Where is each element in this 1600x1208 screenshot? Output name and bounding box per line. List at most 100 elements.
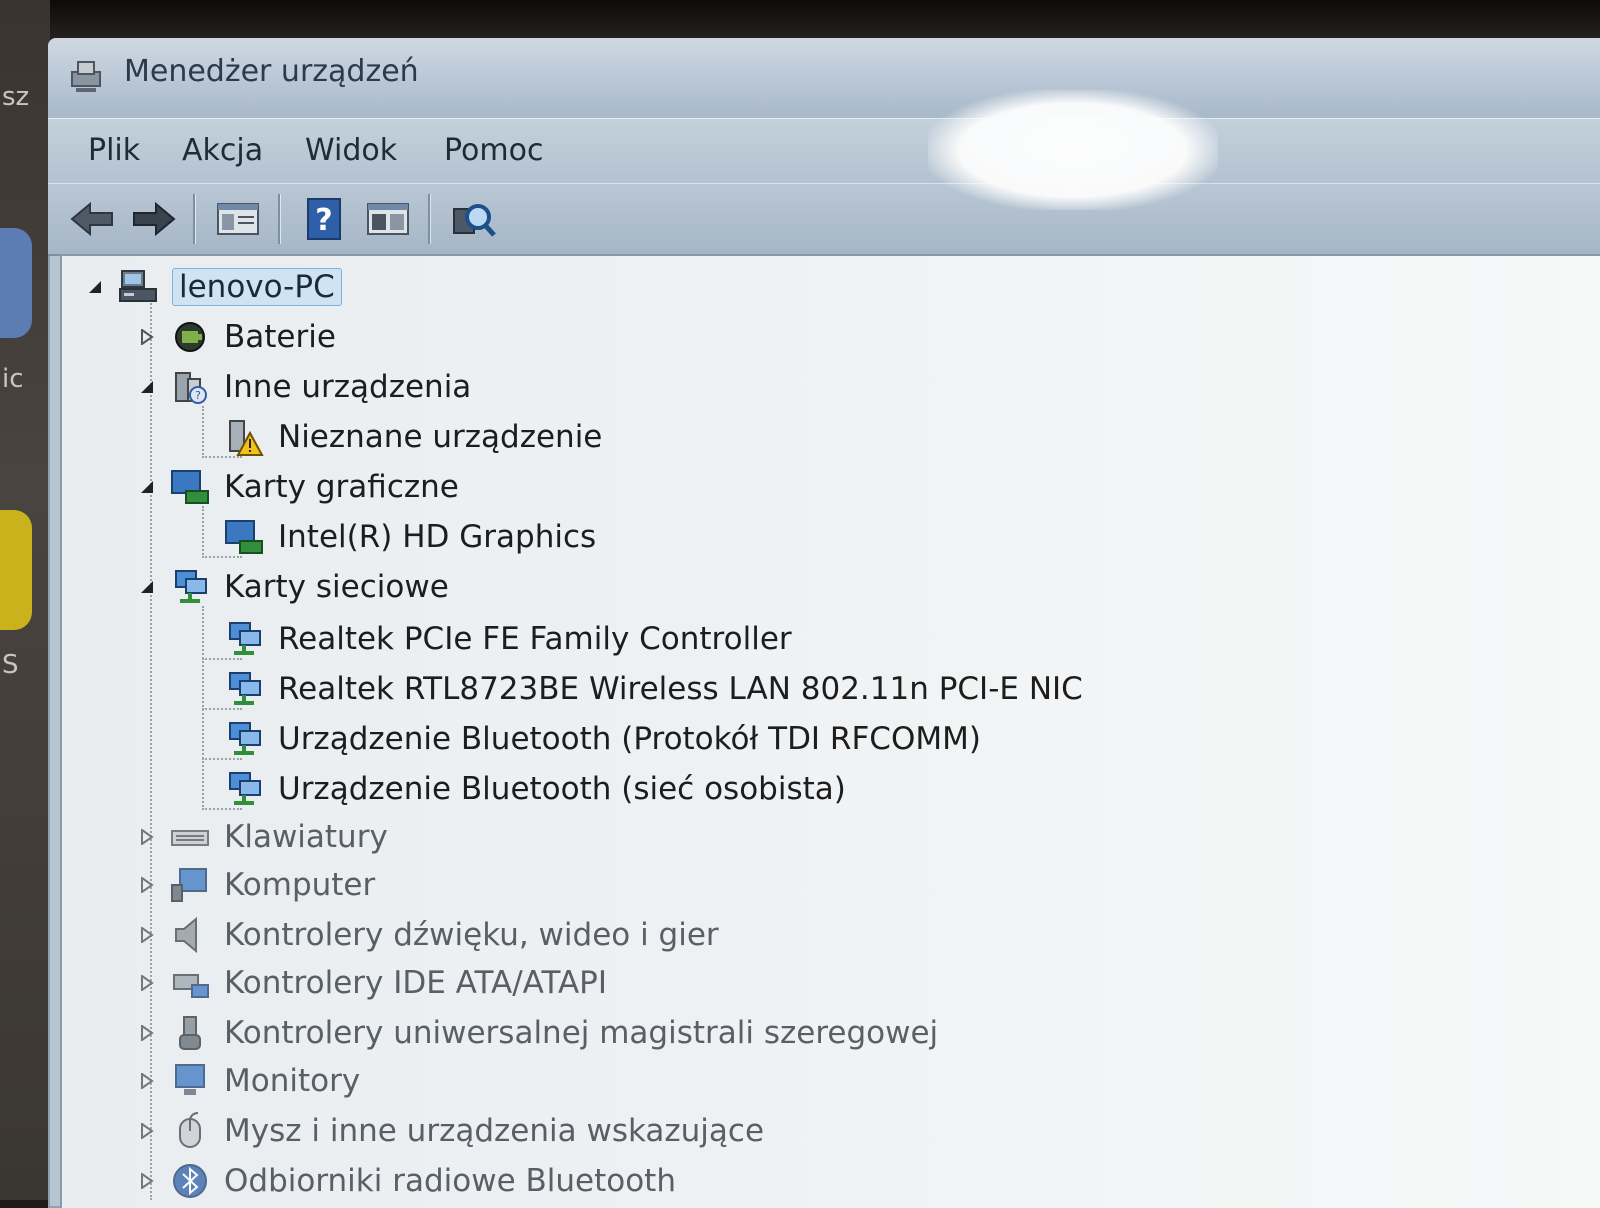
- collapse-triangle-icon[interactable]: [138, 478, 156, 496]
- tree-category-karty-graficzne[interactable]: Karty graficzne: [138, 464, 459, 510]
- tree-category-komputer[interactable]: Komputer: [138, 862, 375, 908]
- forward-arrow-icon: [133, 201, 176, 237]
- tree-category-label: Baterie: [224, 319, 336, 355]
- tree-device-label: Nieznane urządzenie: [278, 419, 603, 455]
- tree-root[interactable]: lenovo-PC: [86, 264, 342, 310]
- unknown-device-warning-icon: [229, 420, 264, 456]
- menu-bar: Plik Akcja Widok Pomoc: [48, 118, 1600, 183]
- tree-device-network-adapter[interactable]: Realtek PCIe FE Family Controller: [224, 616, 792, 662]
- toolbar-separator: [278, 194, 281, 244]
- desktop-fragment-text: ic: [2, 364, 24, 394]
- device-manager-window: Menedżer urządzeń Plik Akcja Widok Pomoc: [48, 38, 1600, 1208]
- properties-button[interactable]: [214, 196, 262, 242]
- tree-category-label: Komputer: [224, 867, 376, 903]
- collapse-triangle-icon[interactable]: [138, 578, 156, 596]
- tree-category-karty-sieciowe[interactable]: Karty sieciowe: [138, 564, 449, 610]
- update-driver-button[interactable]: [364, 196, 412, 242]
- tree-root-label: lenovo-PC: [172, 268, 342, 306]
- computer-icon: [119, 270, 157, 302]
- display-adapter-icon: [171, 470, 209, 504]
- tree-category-klawiatury[interactable]: Klawiatury: [138, 814, 388, 860]
- toolbar-separator: [193, 194, 196, 244]
- network-adapter-icon: [229, 772, 261, 805]
- tree-category-label: Kontrolery uniwersalnej magistrali szere…: [224, 1015, 939, 1051]
- tree-category-kontrolery-dzwieku[interactable]: Kontrolery dźwięku, wideo i gier: [138, 912, 719, 958]
- collapse-triangle-icon[interactable]: [138, 378, 156, 396]
- monitor-icon: [175, 1064, 205, 1095]
- other-devices-icon: ?: [175, 372, 207, 404]
- expand-triangle-icon[interactable]: [138, 1072, 156, 1090]
- tree-category-kontrolery-ide[interactable]: Kontrolery IDE ATA/ATAPI: [138, 960, 607, 1006]
- window-title: Menedżer urządzeń: [124, 54, 419, 89]
- desktop-icon-fragment[interactable]: [0, 228, 32, 338]
- tree-device-label: Urządzenie Bluetooth (sieć osobista): [278, 771, 846, 807]
- tree-device-intel-hd-graphics[interactable]: Intel(R) HD Graphics: [224, 514, 596, 560]
- desktop-fragment-text: S: [2, 650, 19, 680]
- properties-icon: [217, 203, 259, 235]
- desktop-fragment-text: sz: [2, 82, 30, 112]
- tree-guide-line: [202, 406, 204, 458]
- menu-action[interactable]: Akcja: [178, 131, 267, 170]
- tree-category-label: Odbiorniki radiowe Bluetooth: [224, 1163, 676, 1199]
- expand-triangle-icon[interactable]: [138, 1172, 156, 1190]
- tree-device-label: Realtek RTL8723BE Wireless LAN 802.11n P…: [278, 671, 1083, 707]
- desktop-icon-fragment[interactable]: [0, 510, 32, 630]
- toolbar-separator: [428, 194, 431, 244]
- menu-view[interactable]: Widok: [301, 131, 401, 170]
- usb-icon: [179, 1016, 201, 1050]
- network-adapter-icon: [229, 622, 261, 655]
- network-adapter-icon: [175, 570, 207, 603]
- tree-device-label: Urządzenie Bluetooth (Protokół TDI RFCOM…: [278, 721, 981, 757]
- scan-hardware-icon: [453, 204, 496, 237]
- tree-category-inne-urzadzenia[interactable]: ? Inne urządzenia: [138, 364, 471, 410]
- expand-triangle-icon[interactable]: [138, 974, 156, 992]
- keyboard-icon: [171, 830, 209, 846]
- expand-triangle-icon[interactable]: [138, 1122, 156, 1140]
- expand-triangle-icon[interactable]: [138, 828, 156, 846]
- title-bar[interactable]: Menedżer urządzeń: [48, 38, 1600, 118]
- computer-icon: [171, 868, 207, 902]
- tree-category-kontrolery-usb[interactable]: Kontrolery uniwersalnej magistrali szere…: [138, 1010, 938, 1056]
- tree-category-label: Karty sieciowe: [224, 569, 449, 605]
- tree-device-label: Intel(R) HD Graphics: [278, 519, 597, 555]
- desktop-background: sz ic S: [0, 0, 50, 1200]
- menu-help[interactable]: Pomoc: [440, 131, 547, 170]
- help-icon: ?: [307, 198, 341, 240]
- scan-hardware-button[interactable]: [450, 196, 498, 242]
- menu-file[interactable]: Plik: [84, 131, 144, 170]
- tree-device-network-adapter[interactable]: Urządzenie Bluetooth (sieć osobista): [224, 766, 846, 812]
- tree-category-baterie[interactable]: Baterie: [138, 314, 336, 360]
- tree-category-label: Mysz i inne urządzenia wskazujące: [224, 1113, 765, 1149]
- back-button[interactable]: [68, 196, 116, 242]
- update-driver-icon: [367, 203, 409, 235]
- tree-category-bluetooth[interactable]: Odbiorniki radiowe Bluetooth: [138, 1158, 676, 1204]
- svg-text:?: ?: [315, 203, 332, 238]
- expand-triangle-icon[interactable]: [138, 1024, 156, 1042]
- device-manager-icon: [71, 61, 101, 92]
- svg-text:?: ?: [195, 389, 201, 402]
- tree-device-network-adapter[interactable]: Realtek RTL8723BE Wireless LAN 802.11n P…: [224, 666, 1083, 712]
- tree-category-monitory[interactable]: Monitory: [138, 1058, 360, 1104]
- tree-device-nieznane-urzadzenie[interactable]: Nieznane urządzenie: [224, 414, 602, 460]
- back-arrow-icon: [70, 201, 113, 237]
- display-adapter-icon: [225, 520, 263, 554]
- tree-category-label: Kontrolery dźwięku, wideo i gier: [224, 917, 719, 953]
- network-adapter-icon: [229, 672, 261, 705]
- tree-device-label: Realtek PCIe FE Family Controller: [278, 621, 792, 657]
- tree-guide-line: [202, 506, 204, 558]
- ide-controller-icon: [173, 974, 209, 998]
- expand-triangle-icon[interactable]: [138, 926, 156, 944]
- forward-button[interactable]: [130, 196, 178, 242]
- collapse-triangle-icon[interactable]: [86, 278, 104, 296]
- tree-category-label: Karty graficzne: [224, 469, 459, 505]
- expand-triangle-icon[interactable]: [138, 328, 156, 346]
- tree-device-network-adapter[interactable]: Urządzenie Bluetooth (Protokół TDI RFCOM…: [224, 716, 981, 762]
- expand-triangle-icon[interactable]: [138, 876, 156, 894]
- tree-category-mysz[interactable]: Mysz i inne urządzenia wskazujące: [138, 1108, 764, 1154]
- tree-category-label: Inne urządzenia: [224, 369, 472, 405]
- device-tree: lenovo-PC Baterie ? Inne urządzenia Niez…: [60, 254, 1600, 1208]
- help-button[interactable]: ?: [300, 196, 348, 242]
- battery-icon: [175, 322, 205, 352]
- network-adapter-icon: [229, 722, 261, 755]
- tree-category-label: Monitory: [224, 1063, 361, 1099]
